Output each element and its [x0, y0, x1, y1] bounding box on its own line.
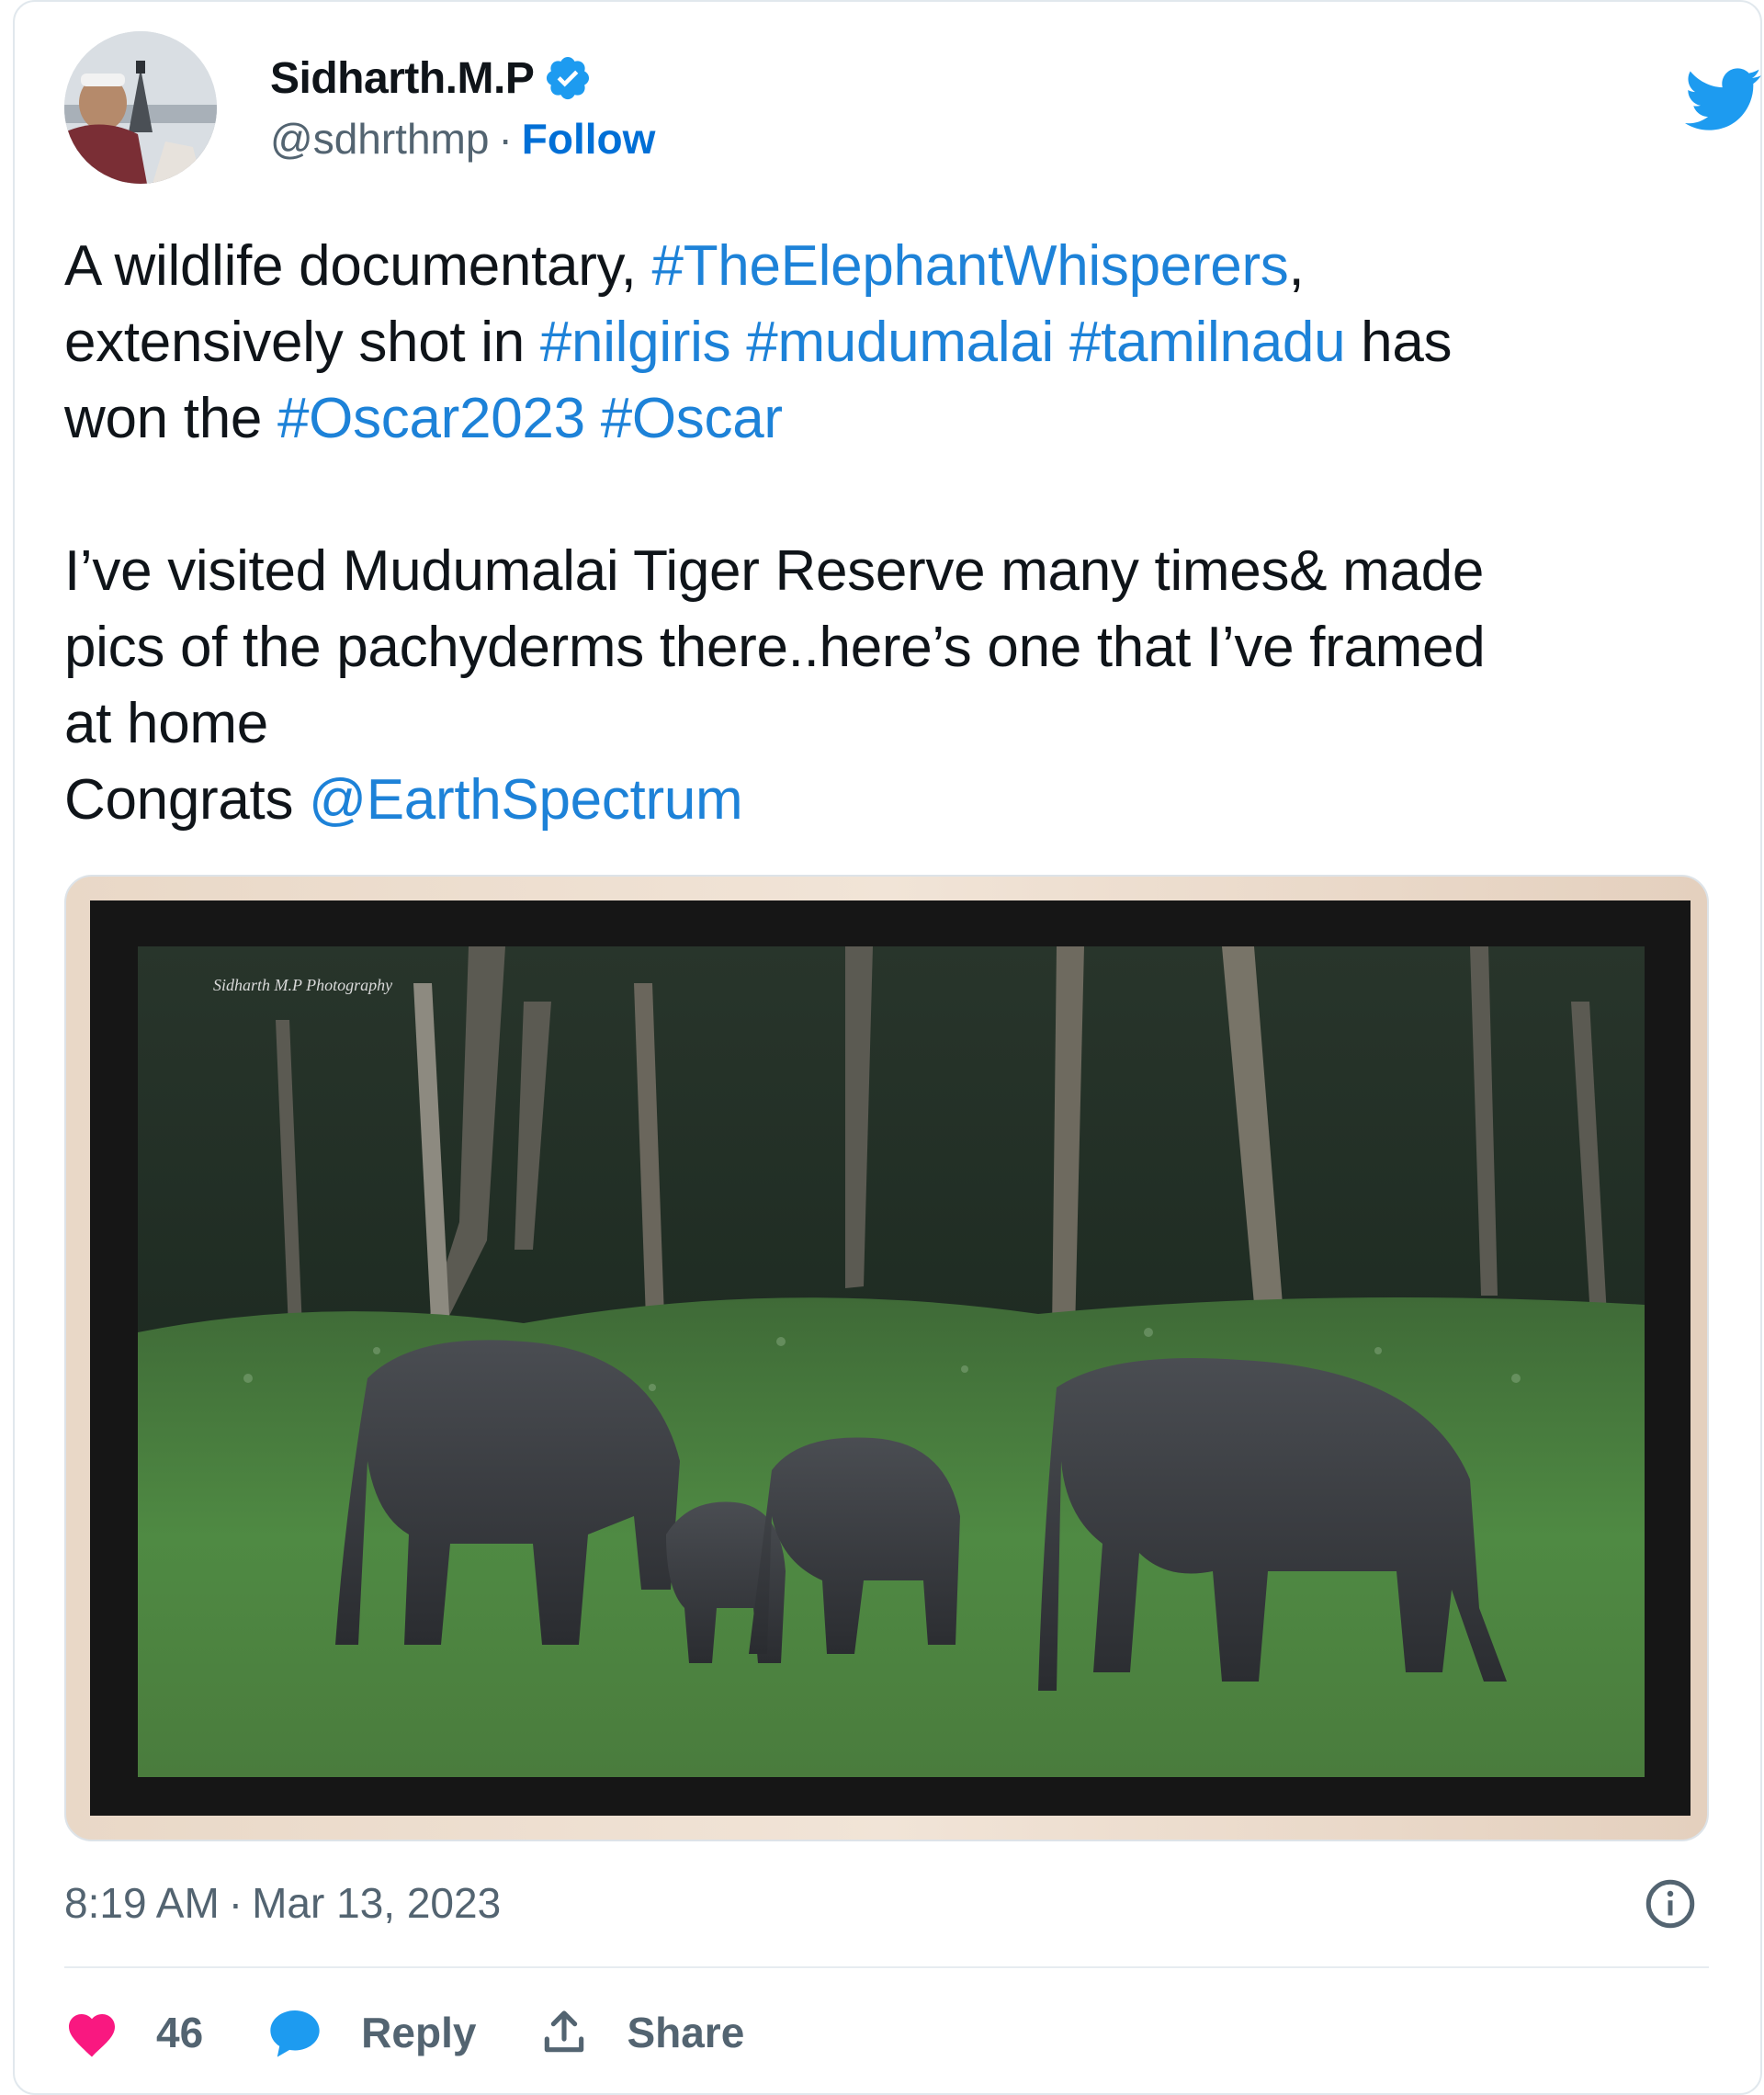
heart-icon	[69, 2014, 115, 2057]
avatar[interactable]	[64, 31, 217, 184]
handle-separator: ·	[498, 115, 513, 163]
tweet-timestamp[interactable]: 8:19 AM · Mar 13, 2023	[64, 1876, 501, 1930]
tweet-media[interactable]: Sidharth M.P Photography	[64, 875, 1709, 1841]
hashtag-link[interactable]: #tamilnadu	[1069, 311, 1346, 374]
text-segment: Congrats	[64, 768, 310, 832]
photo-watermark: Sidharth M.P Photography	[213, 976, 392, 994]
text-segment: ,	[1288, 234, 1305, 298]
text-line: won the #Oscar2023 #Oscar	[64, 380, 1718, 457]
time: 8:19 AM	[64, 1879, 220, 1927]
share-button[interactable]: Share	[538, 2007, 744, 2058]
tweet-text: A wildlife documentary, #TheElephantWhis…	[64, 228, 1718, 838]
text-segment: has	[1345, 311, 1453, 374]
text-line: I’ve visited Mudumalai Tiger Reserve man…	[64, 539, 1485, 603]
elephant-photo: Sidharth M.P Photography	[138, 946, 1645, 1777]
verified-badge-icon	[547, 56, 590, 100]
reply-label: Reply	[361, 2009, 477, 2056]
divider	[64, 1966, 1709, 1968]
mention-link[interactable]: @EarthSpectrum	[309, 768, 743, 832]
hashtag-link[interactable]: #mudumalai	[746, 311, 1054, 374]
avatar-image	[64, 31, 217, 184]
share-label: Share	[627, 2009, 745, 2056]
text-line: Congrats @EarthSpectrum	[64, 762, 1718, 838]
user-block: Sidharth.M.P @sdhrthmp · Follow	[270, 50, 655, 171]
twitter-bird-icon[interactable]	[1685, 68, 1762, 132]
reply-button[interactable]: Reply	[266, 2005, 476, 2060]
hashtag-link[interactable]: #TheElephantWhisperers	[652, 234, 1289, 298]
speech-bubble-icon	[270, 2010, 320, 2057]
text-line: pics of the pachyderms there..here’s one…	[64, 616, 1486, 679]
text-line: at home	[64, 692, 268, 755]
info-icon[interactable]	[1643, 1876, 1698, 1931]
hashtag-link[interactable]: #nilgiris	[540, 311, 731, 374]
tweet-actions: 46 Reply Share	[64, 2003, 807, 2062]
follow-button[interactable]: Follow	[522, 114, 656, 164]
text-segment: extensively shot in	[64, 311, 540, 374]
picture-frame: Sidharth M.P Photography	[90, 900, 1690, 1816]
share-upload-icon	[545, 2010, 584, 2053]
like-button[interactable]: 46	[64, 2007, 203, 2058]
text-segment: won the	[64, 387, 277, 450]
handle[interactable]: @sdhrthmp	[270, 114, 489, 164]
tweet-header: Sidharth.M.P @sdhrthmp · Follow	[53, 31, 1761, 187]
timestamp-separator: ·	[228, 1879, 243, 1927]
display-name[interactable]: Sidharth.M.P	[270, 53, 535, 104]
elephant-photo-image: Sidharth M.P Photography	[138, 946, 1645, 1777]
hashtag-link[interactable]: #Oscar2023	[277, 387, 585, 450]
hashtag-link[interactable]: #Oscar	[601, 387, 783, 450]
text-line: extensively shot in #nilgiris #mudumalai…	[64, 304, 1718, 380]
text-segment: A wildlife documentary,	[64, 234, 652, 298]
date: Mar 13, 2023	[252, 1879, 502, 1927]
like-count: 46	[156, 2009, 204, 2056]
display-name-row: Sidharth.M.P	[270, 50, 655, 107]
handle-row: @sdhrthmp · Follow	[270, 107, 655, 171]
text-line: A wildlife documentary, #TheElephantWhis…	[64, 228, 1718, 304]
